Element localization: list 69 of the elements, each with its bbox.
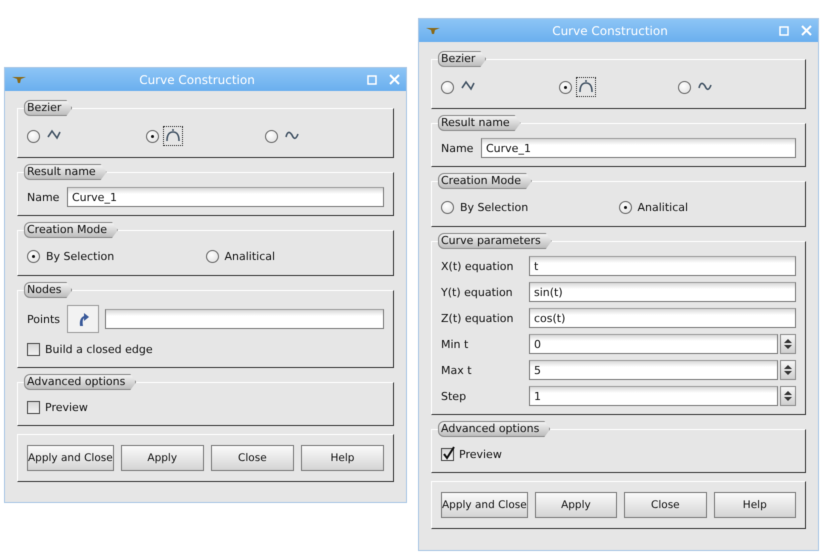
radio-button[interactable] [678,80,691,94]
field-label: Y(t) equation [441,286,514,298]
field-label: Max t [441,364,473,376]
dialog-button[interactable]: Close [624,492,707,518]
up-down-arrows-icon [783,364,793,376]
radio-button[interactable] [27,130,40,142]
group-legend: Advanced options [438,421,550,437]
radio-button[interactable] [146,130,159,142]
field-label: Name [27,190,60,204]
group-legend: Bezier [24,100,72,116]
checkbox[interactable] [27,400,40,414]
group-legend: Result name [24,164,107,180]
group-legend: Creation Mode [24,222,118,238]
dialog-button[interactable]: Apply [120,445,204,471]
radio-button[interactable] [618,200,632,214]
up-down-arrows-icon [783,390,793,402]
input-field[interactable]: 0 [529,334,778,354]
group-legend: Result name [438,115,521,131]
radio-label: By Selection [46,250,114,262]
input-field[interactable]: Curve_1 [67,187,384,207]
input-field[interactable] [105,309,384,329]
window-title: Curve Construction [138,72,256,86]
field-label: Min t [441,338,470,350]
radio-label: By Selection [460,200,528,214]
input-field[interactable]: t [529,256,796,276]
group-legend: Advanced options [24,374,136,390]
group-legend: Curve parameters [438,233,552,249]
field-label: Points [27,312,61,326]
checkbox[interactable] [441,448,454,460]
dialog-button[interactable]: Apply and Close [441,492,528,518]
input-field[interactable]: 5 [529,360,778,380]
radio-button[interactable] [441,200,454,214]
curve-icon [576,77,596,97]
dialog-button[interactable]: Apply [534,492,618,518]
dialog-button[interactable]: Apply and Close [27,445,114,471]
app-icon [11,76,27,84]
input-field[interactable]: Curve_1 [481,138,796,158]
input-field[interactable]: cos(t) [529,308,796,328]
radio-button[interactable] [27,250,40,262]
curve-icon [163,126,183,146]
field-label: Name [441,142,474,154]
group-legend: Bezier [438,51,486,67]
spin-button[interactable] [780,334,796,354]
radio-label: Analitical [638,200,688,214]
dialog-button[interactable]: Help [300,445,384,471]
checkbox[interactable] [27,342,40,356]
radio-button[interactable] [265,130,278,142]
checkbox-label: Build a closed edge [45,342,153,356]
radio-button[interactable] [559,80,572,94]
field-label: Z(t) equation [441,312,514,324]
dialog-button[interactable]: Close [210,445,294,471]
radio-button[interactable] [441,80,454,94]
up-down-arrows-icon [783,338,793,350]
field-label: X(t) equation [441,260,514,272]
group-legend: Creation Mode [438,173,532,189]
dialog-button[interactable]: Help [714,492,796,518]
radio-label: Analitical [224,250,276,262]
input-field[interactable]: 1 [529,386,778,406]
checkbox-label: Preview [459,448,502,460]
field-label: Step [441,390,468,402]
input-field[interactable]: sin(t) [529,282,796,302]
app-icon [425,26,441,34]
radio-button[interactable] [206,250,218,262]
checkbox-label: Preview [45,400,88,414]
group-legend: Nodes [24,282,72,298]
spin-button[interactable] [780,360,796,380]
spin-button[interactable] [780,386,796,406]
selection-button[interactable] [67,305,99,333]
window-title: Curve Construction [551,24,669,38]
